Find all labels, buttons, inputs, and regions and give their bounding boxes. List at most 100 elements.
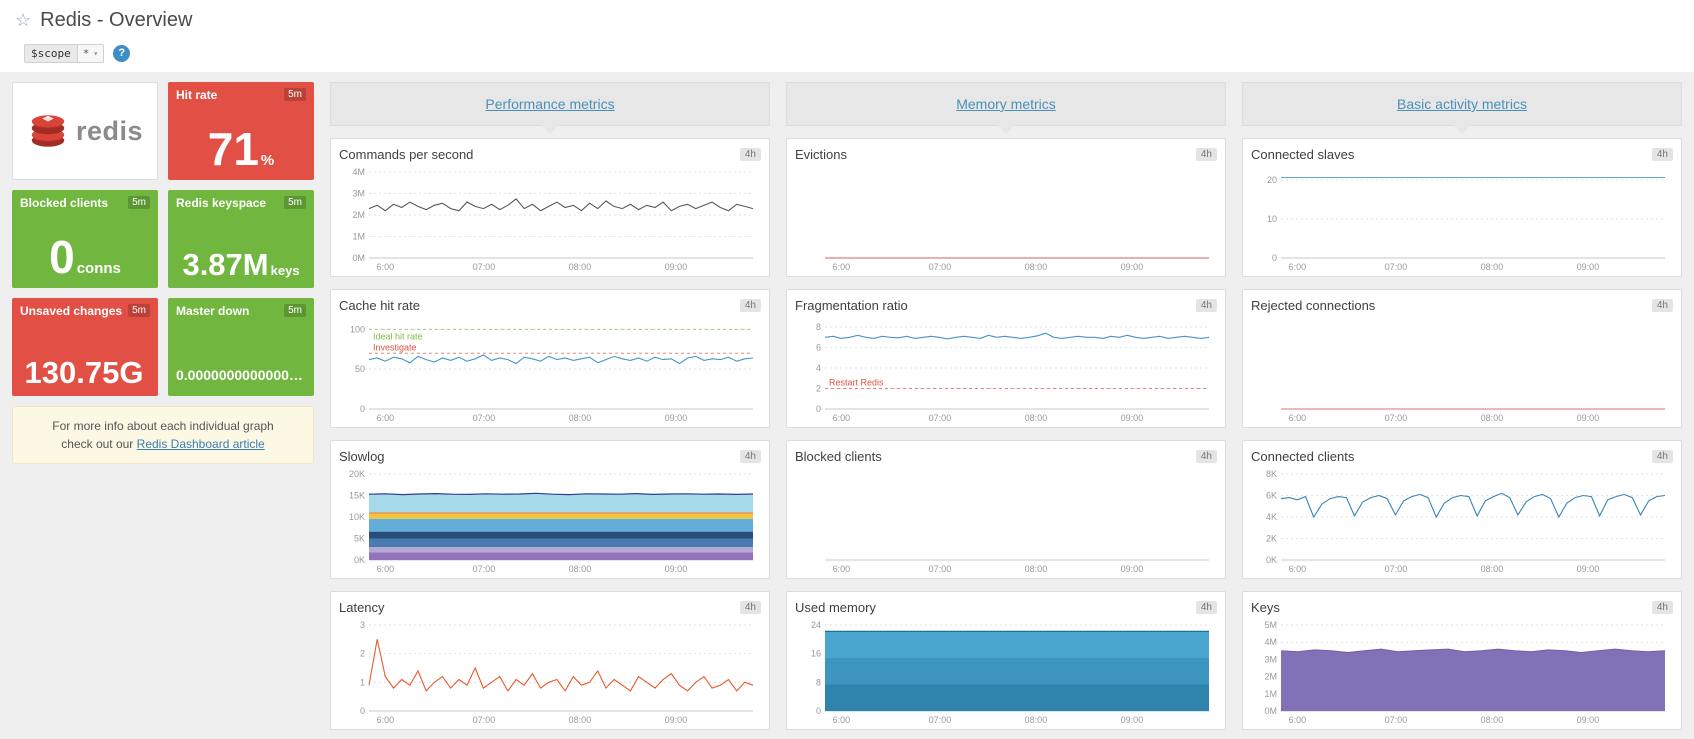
svg-text:0M: 0M [1264,706,1277,716]
svg-text:1M: 1M [352,232,365,242]
svg-text:6:00: 6:00 [377,564,395,574]
svg-text:09:00: 09:00 [1577,564,1600,574]
svg-text:2K: 2K [1266,534,1277,544]
timeframe-badge: 4h [1196,299,1217,312]
svg-text:16: 16 [811,649,821,659]
redis-logo-icon [27,110,69,152]
svg-text:6:00: 6:00 [833,413,851,423]
column-link-memory-metrics[interactable]: Memory metrics [956,96,1056,112]
svg-text:08:00: 08:00 [1481,715,1504,725]
note-line1: For more info about each individual grap… [52,419,273,433]
scope-select[interactable]: * ▾ [77,44,104,63]
svg-text:20: 20 [1267,175,1277,185]
tile-unsaved-changes: Unsaved changes 5m 130.75G [12,298,158,396]
svg-text:0K: 0K [354,555,365,565]
help-icon[interactable]: ? [113,45,130,62]
svg-text:10: 10 [1267,214,1277,224]
graph-card-keys: Keys 4h 0M1M2M3M4M5M6:0007:0008:0009:00 [1242,591,1682,730]
svg-text:Ideal hit rate: Ideal hit rate [373,331,423,341]
chart-canvas[interactable]: 050100Ideal hit rateInvestigate6:0007:00… [339,315,761,425]
tile-value: 0conns [20,234,150,280]
svg-text:4M: 4M [352,167,365,177]
timeframe-badge: 4h [1652,299,1673,312]
svg-text:3M: 3M [352,189,365,199]
tile-blocked-clients: Blocked clients 5m 0conns [12,190,158,288]
timeframe-badge: 4h [740,450,761,463]
svg-text:Restart Redis: Restart Redis [829,378,884,388]
chart-canvas[interactable]: 0K2K4K6K8K6:0007:0008:0009:00 [1251,466,1673,576]
chart-canvas[interactable]: 0M1M2M3M4M5M6:0007:0008:0009:00 [1251,617,1673,727]
svg-text:08:00: 08:00 [569,262,592,272]
chart-canvas[interactable]: 6:0007:0008:0009:00 [1251,315,1673,425]
svg-text:08:00: 08:00 [1025,413,1048,423]
chart-canvas[interactable]: 0816246:0007:0008:0009:00 [795,617,1217,727]
column-link-performance-metrics[interactable]: Performance metrics [485,96,614,112]
tile-grid: redis Hit rate 5m 71% Blocked clients 5m… [12,82,314,396]
graph-card-fragmentation-ratio: Fragmentation ratio 4h 02468Restart Redi… [786,289,1226,428]
svg-text:3M: 3M [1264,654,1277,664]
svg-text:0K: 0K [1266,555,1277,565]
tile-label: Redis keyspace [176,196,266,210]
svg-text:2: 2 [816,384,821,394]
tile-value: 130.75G [20,357,150,388]
tile-label: Hit rate [176,88,217,102]
svg-text:09:00: 09:00 [1121,715,1144,725]
graph-card-commands-per-second: Commands per second 4h 0M1M2M3M4M6:0007:… [330,138,770,277]
chart-canvas[interactable]: 02468Restart Redis6:0007:0008:0009:00 [795,315,1217,425]
svg-text:07:00: 07:00 [1385,715,1408,725]
chart-canvas[interactable]: 01236:0007:0008:0009:00 [339,617,761,727]
chart-canvas[interactable]: 010206:0007:0008:0009:00 [1251,164,1673,274]
graph-title: Fragmentation ratio [795,298,908,313]
svg-text:0: 0 [1272,253,1277,263]
template-variable-scope: $scope * ▾ [24,44,104,63]
graph-card-slowlog: Slowlog 4h 0K5K10K15K20K6:0007:0008:0009… [330,440,770,579]
chart-canvas[interactable]: 6:0007:0008:0009:00 [795,466,1217,576]
chevron-down-icon: ▾ [93,49,98,58]
app-header: ☆ Redis - Overview [0,0,1694,40]
svg-text:07:00: 07:00 [929,262,952,272]
graph-title: Evictions [795,147,847,162]
tile-value: 0.0000000000000000000 ... [176,368,306,382]
chart-canvas[interactable]: 0K5K10K15K20K6:0007:0008:0009:00 [339,466,761,576]
timeframe-badge: 5m [128,196,150,209]
svg-text:09:00: 09:00 [665,413,688,423]
svg-text:08:00: 08:00 [1025,715,1048,725]
svg-text:09:00: 09:00 [665,564,688,574]
chart-canvas[interactable]: 0M1M2M3M4M6:0007:0008:0009:00 [339,164,761,274]
svg-text:07:00: 07:00 [1385,413,1408,423]
svg-text:4K: 4K [1266,512,1277,522]
tile-label: Unsaved changes [20,304,122,318]
chart-canvas[interactable]: 6:0007:0008:0009:00 [795,164,1217,274]
favorite-star-icon[interactable]: ☆ [15,10,31,31]
tile-value: 3.87Mkeys [176,249,306,280]
timeframe-badge: 4h [1196,601,1217,614]
graph-title: Used memory [795,600,876,615]
graph-column: Performance metrics Commands per second … [330,82,770,730]
timeframe-badge: 4h [740,601,761,614]
svg-text:07:00: 07:00 [1385,564,1408,574]
graph-card-cache-hit-rate: Cache hit rate 4h 050100Ideal hit rateIn… [330,289,770,428]
svg-text:09:00: 09:00 [665,715,688,725]
timeframe-badge: 5m [128,304,150,317]
column-link-basic-activity-metrics[interactable]: Basic activity metrics [1397,96,1527,112]
svg-text:8: 8 [816,322,821,332]
svg-text:07:00: 07:00 [473,413,496,423]
svg-text:6:00: 6:00 [1289,413,1307,423]
tile-label: Blocked clients [20,196,108,210]
svg-text:07:00: 07:00 [473,715,496,725]
toolbar: $scope * ▾ ? [0,40,1694,72]
svg-text:0: 0 [360,706,365,716]
redis-dashboard-article-link[interactable]: Redis Dashboard article [137,437,265,451]
redis-logo-tile: redis [12,82,158,180]
graph-card-connected-slaves: Connected slaves 4h 010206:0007:0008:000… [1242,138,1682,277]
graph-title: Commands per second [339,147,473,162]
svg-text:4M: 4M [1264,637,1277,647]
tile-redis-keyspace: Redis keyspace 5m 3.87Mkeys [168,190,314,288]
sidebar: redis Hit rate 5m 71% Blocked clients 5m… [12,82,314,464]
graph-card-connected-clients: Connected clients 4h 0K2K4K6K8K6:0007:00… [1242,440,1682,579]
svg-text:15K: 15K [349,491,365,501]
timeframe-badge: 4h [740,148,761,161]
svg-text:6K: 6K [1266,491,1277,501]
svg-text:08:00: 08:00 [569,564,592,574]
svg-text:09:00: 09:00 [1577,715,1600,725]
